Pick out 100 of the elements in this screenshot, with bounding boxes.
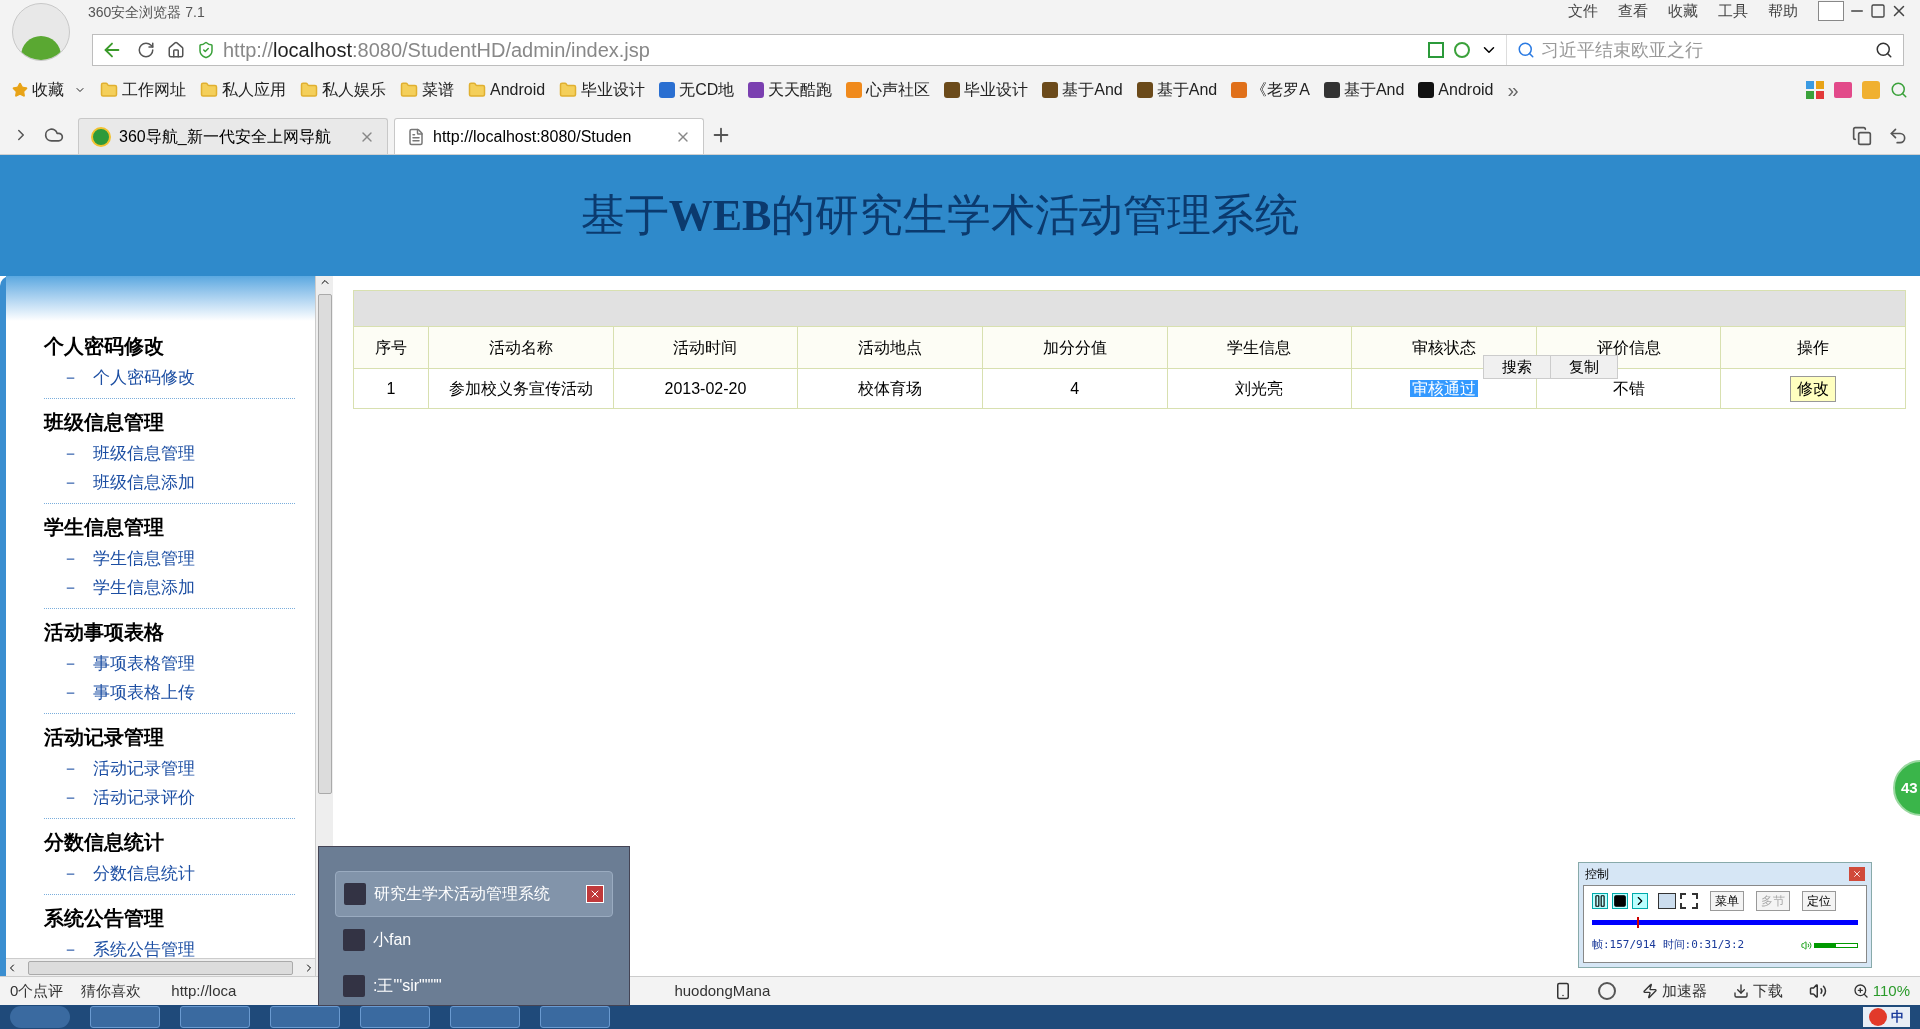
- pause-icon[interactable]: [1592, 893, 1608, 909]
- edit-button[interactable]: 修改: [1790, 375, 1837, 402]
- browser-tab[interactable]: http://localhost:8080/Studen: [394, 118, 704, 154]
- status-button[interactable]: 下载: [1752, 979, 1783, 1003]
- recorder-button[interactable]: 定位: [1802, 891, 1836, 911]
- search-field[interactable]: 习近平结束欧亚之行: [1541, 36, 1875, 64]
- apps-icon[interactable]: [1806, 81, 1824, 99]
- bookmark-link[interactable]: 工作网址: [122, 78, 186, 102]
- fast-forward-icon[interactable]: [1632, 893, 1648, 909]
- taskbar-app-icon[interactable]: [180, 1006, 250, 1029]
- bookmark-link[interactable]: 毕业设计: [581, 78, 646, 102]
- table-cell: 2013-02-20: [664, 379, 747, 397]
- table-cell: 1: [386, 379, 396, 397]
- bookmark-link[interactable]: 收藏: [32, 78, 64, 102]
- taskbar-app-icon[interactable]: [540, 1006, 610, 1029]
- zoom-icon: [1852, 983, 1869, 1000]
- menu-item[interactable]: 帮助: [1768, 0, 1798, 23]
- undo-icon[interactable]: [1888, 126, 1908, 146]
- bookmark-link[interactable]: 菜谱: [422, 78, 454, 102]
- sidebar-link[interactable]: 学生信息管理: [93, 545, 195, 572]
- search-icon[interactable]: [1875, 41, 1893, 59]
- volume-track[interactable]: [1814, 942, 1858, 948]
- sidebar-link[interactable]: 系统公告管理: [93, 936, 195, 963]
- zoom-icon[interactable]: [1890, 81, 1908, 99]
- bookmark-link[interactable]: 心声社区: [866, 78, 931, 102]
- home-icon[interactable]: [167, 41, 185, 59]
- sidebar-link[interactable]: 活动记录评价: [93, 784, 195, 811]
- sidebar-link[interactable]: 学生信息添加: [93, 574, 195, 601]
- window-list-item[interactable]: 小fan: [335, 917, 613, 963]
- volume-icon: [1801, 939, 1812, 951]
- sidebar-link[interactable]: 个人密码修改: [93, 364, 195, 391]
- bookmark-link[interactable]: 基于And: [1062, 78, 1123, 102]
- search-engine-icon[interactable]: [1517, 41, 1535, 59]
- sidebar-link[interactable]: 班级信息添加: [93, 469, 195, 496]
- bookmark-link[interactable]: Android: [1438, 78, 1494, 102]
- sidebar-link[interactable]: 事项表格上传: [93, 679, 195, 706]
- dash-mark: －: [62, 862, 79, 885]
- fit-window-icon[interactable]: [1658, 893, 1676, 909]
- ime-logo-icon[interactable]: [1869, 1008, 1887, 1027]
- bookmark-link[interactable]: 私人应用: [222, 78, 286, 102]
- star-icon: [12, 82, 28, 98]
- window-title: 控制: [1585, 866, 1609, 883]
- start-button[interactable]: [10, 1006, 70, 1029]
- horizontal-scrollbar[interactable]: [6, 958, 315, 976]
- status-link[interactable]: 猜你喜欢: [81, 979, 142, 1003]
- taskbar-app-icon[interactable]: [450, 1006, 520, 1029]
- bookmark-link[interactable]: 基于And: [1156, 78, 1218, 102]
- stop-icon[interactable]: [1612, 893, 1628, 909]
- dash-mark: －: [62, 576, 79, 599]
- menu-item[interactable]: 收藏: [1668, 0, 1698, 23]
- sound-icon[interactable]: [1808, 982, 1827, 1001]
- column-header: 活动名称: [428, 326, 614, 369]
- column-header: 操作: [1720, 326, 1906, 369]
- browser-tab[interactable]: 360导航_新一代安全上网导航: [78, 118, 388, 154]
- bookmark-link[interactable]: 基于And: [1343, 78, 1405, 102]
- menu-item[interactable]: 复制: [1550, 356, 1617, 378]
- frame-time-readout: 帧:157/914 时间:0:31/3:2: [1592, 937, 1745, 953]
- close-icon[interactable]: [586, 885, 604, 903]
- window-name: :王"'sir"""": [373, 976, 442, 996]
- menu-item[interactable]: 文件: [1568, 0, 1598, 23]
- sidebar-link[interactable]: 活动记录管理: [93, 755, 195, 782]
- dash-mark: －: [62, 652, 79, 675]
- sidebar-link[interactable]: 班级信息管理: [93, 440, 195, 467]
- recorder-button[interactable]: 菜单: [1710, 891, 1744, 911]
- cloud-icon[interactable]: [44, 125, 64, 145]
- folder-icon: [468, 81, 486, 99]
- more-bookmarks-button[interactable]: »: [1507, 75, 1519, 105]
- taskbar-app-icon[interactable]: [90, 1006, 160, 1029]
- bookmark-link[interactable]: 无CD地: [679, 78, 735, 102]
- bookmark-link[interactable]: 《老罗A: [1251, 78, 1310, 102]
- table-cell: 刘光亮: [1235, 379, 1284, 397]
- status-link[interactable]: 0个点评: [10, 979, 64, 1003]
- download-icon: [1732, 983, 1749, 1000]
- reload-icon[interactable]: [137, 41, 155, 59]
- status-button[interactable]: 加速器: [1661, 979, 1707, 1003]
- sidebar-group-title: 活动事项表格: [44, 620, 165, 645]
- bookmark-link[interactable]: Android: [490, 78, 546, 102]
- bookmark-link[interactable]: 私人娱乐: [322, 78, 386, 102]
- menu-item[interactable]: 工具: [1718, 0, 1748, 23]
- status-url: http://loca: [171, 980, 237, 1001]
- bookmark-link[interactable]: 天天酷跑: [768, 78, 833, 102]
- taskbar-app-icon[interactable]: [360, 1006, 430, 1029]
- menu-item[interactable]: 查看: [1618, 0, 1648, 23]
- table-cell: 4: [1070, 379, 1080, 397]
- bookmark-link[interactable]: 毕业设计: [964, 78, 1029, 102]
- windows-icon[interactable]: [1852, 126, 1872, 146]
- fullscreen-icon[interactable]: [1680, 893, 1698, 909]
- address-bar[interactable]: http://localhost:8080/StudentHD/admin/index.jsp 习近平结束欧亚之行: [92, 34, 1904, 66]
- progress-track[interactable]: [1592, 920, 1858, 925]
- progress-marker[interactable]: [1637, 917, 1640, 928]
- taskbar-app-icon[interactable]: [270, 1006, 340, 1029]
- status-url: huodongMana: [674, 980, 771, 1001]
- url-text[interactable]: http://localhost:8080/StudentHD/admin/index.jsp: [223, 35, 650, 65]
- dash-mark: －: [62, 471, 79, 494]
- maximize-icon[interactable]: [1870, 3, 1886, 20]
- accelerator-icon: [1641, 983, 1658, 1000]
- sidebar-link[interactable]: 事项表格管理: [93, 650, 195, 677]
- column-header: 活动时间: [613, 326, 798, 369]
- window-list-item[interactable]: :王"'sir"""": [335, 963, 613, 1009]
- sidebar-link[interactable]: 分数信息统计: [93, 860, 195, 887]
